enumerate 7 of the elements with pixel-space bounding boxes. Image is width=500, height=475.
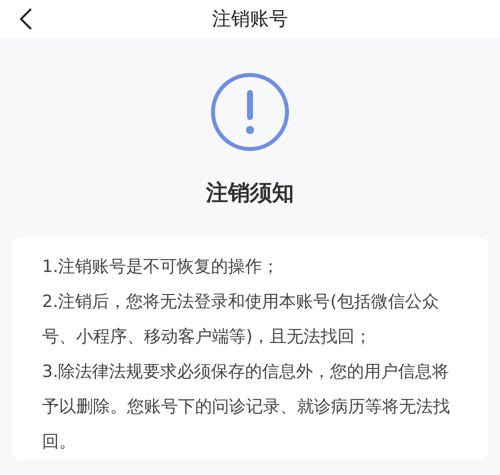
page-title: 注销账号: [212, 7, 288, 32]
exclamation-icon: [210, 72, 290, 152]
notice-title: 注销须知: [206, 180, 294, 208]
notice-item: 2.注销后，您将无法登录和使用本账号(包括微信公众号、小程序、移动客户端等)，且无法找回；: [42, 291, 440, 349]
notice-item: 3.除法律法规要求必须保存的信息外，您的用户信息将予以删除。您账号下的问诊记录、就诊病历等将无法找回。: [42, 361, 451, 454]
back-icon: [19, 7, 33, 31]
notice-item: 1.注销账号是不可恢复的操作；: [42, 256, 280, 279]
